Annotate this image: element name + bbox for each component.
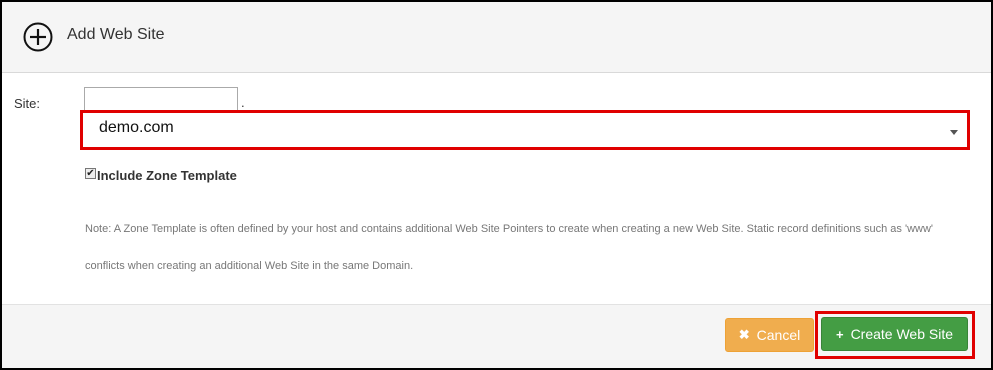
site-label: Site:: [14, 96, 41, 111]
plus-circle-icon: [23, 22, 53, 52]
cancel-button[interactable]: ✖ Cancel: [725, 318, 814, 352]
cancel-button-label: Cancel: [756, 327, 801, 343]
host-domain-separator: .: [241, 95, 245, 110]
include-zone-template-label[interactable]: Include Zone Template: [97, 168, 237, 183]
create-web-site-button[interactable]: + Create Web Site: [821, 317, 968, 351]
zone-template-note: Note: A Zone Template is often defined b…: [85, 223, 934, 272]
close-icon: ✖: [738, 327, 750, 342]
dialog-title: Add Web Site: [67, 26, 165, 43]
add-web-site-dialog: Add Web Site Site: . demo.com ✔ Include …: [0, 0, 993, 370]
host-name-input[interactable]: [84, 87, 238, 111]
dialog-header: Add Web Site: [2, 2, 991, 73]
include-zone-template-checkbox[interactable]: ✔: [85, 168, 96, 179]
chevron-down-icon: [950, 130, 958, 135]
domain-select[interactable]: demo.com: [80, 110, 970, 150]
dialog-footer: ✖ Cancel + Create Web Site: [2, 304, 991, 368]
domain-select-value: demo.com: [99, 119, 174, 136]
create-web-site-button-label: Create Web Site: [850, 326, 954, 342]
plus-icon: +: [835, 326, 844, 342]
